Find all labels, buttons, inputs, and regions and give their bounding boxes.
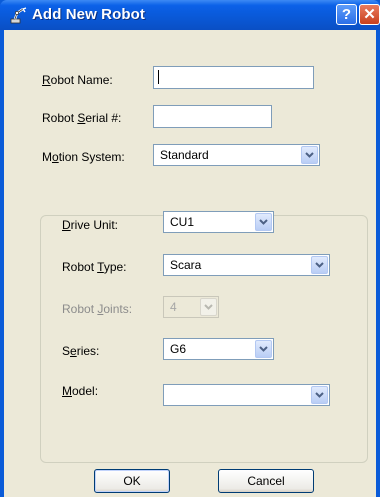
chevron-down-icon[interactable]: [311, 386, 328, 404]
drive-unit-select[interactable]: CU1: [163, 211, 274, 233]
motion-system-label: Motion System:: [42, 150, 125, 164]
drive-unit-label: Drive Unit:: [62, 218, 119, 232]
robot-type-select[interactable]: Scara: [163, 254, 330, 276]
chevron-down-icon[interactable]: [301, 146, 318, 164]
robot-joints-select: 4: [163, 296, 219, 318]
robot-name-label: Robot Name:: [42, 73, 113, 87]
robot-joints-label: Robot Joints:: [62, 302, 133, 316]
window-title: Add New Robot: [32, 6, 145, 23]
chevron-down-icon[interactable]: [255, 340, 272, 358]
close-button[interactable]: ✕: [359, 4, 380, 25]
robot-serial-input[interactable]: [153, 105, 272, 128]
model-select[interactable]: [163, 384, 330, 406]
help-button[interactable]: ?: [336, 4, 357, 25]
title-bar[interactable]: Add New Robot ? ✕: [0, 0, 380, 30]
ok-button[interactable]: OK: [94, 469, 170, 493]
add-new-robot-dialog: Add New Robot ? ✕ Robot Name: Robot Seri…: [0, 0, 380, 497]
motion-system-select[interactable]: Standard: [153, 144, 320, 166]
chevron-down-icon[interactable]: [311, 256, 328, 274]
robot-type-label: Robot Type:: [62, 260, 127, 274]
model-label: Model:: [62, 384, 99, 398]
robot-name-input[interactable]: [153, 66, 314, 89]
robot-serial-label: Robot Serial #:: [42, 111, 122, 125]
series-select[interactable]: G6: [163, 338, 274, 360]
robot-arm-icon: [10, 7, 27, 24]
text-caret: [158, 70, 159, 84]
dialog-body: Robot Name: Robot Serial #: Motion Syste…: [4, 30, 376, 497]
series-label: Series:: [62, 344, 100, 358]
chevron-down-icon[interactable]: [255, 213, 272, 231]
chevron-down-icon: [200, 298, 217, 316]
cancel-button[interactable]: Cancel: [218, 469, 314, 493]
